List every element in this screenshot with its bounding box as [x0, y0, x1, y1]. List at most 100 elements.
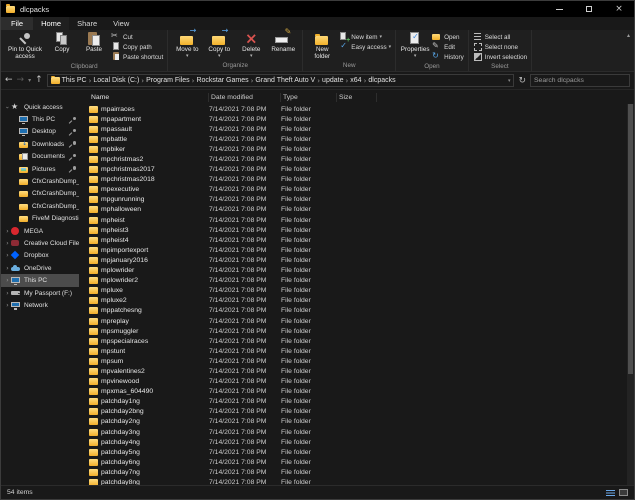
- tab-file[interactable]: File: [1, 17, 33, 30]
- forward-icon[interactable]: [17, 76, 25, 85]
- file-row-patchday3ng[interactable]: patchday3ng7/14/2021 7:08 PMFile folder: [89, 427, 634, 437]
- history-button[interactable]: History: [432, 52, 464, 62]
- breadcrumb-segment-x64[interactable]: x64: [349, 77, 362, 84]
- easy-access-button[interactable]: Easy access▾: [339, 42, 391, 52]
- breadcrumb-segment-program-files[interactable]: Program Files: [145, 77, 191, 84]
- column-header-type[interactable]: Type: [281, 93, 337, 102]
- pin-to-quick-access-button[interactable]: Pin to Quick access: [5, 31, 45, 61]
- sidebar-item-this-pc[interactable]: This PC: [1, 274, 79, 286]
- file-row-mpvinewood[interactable]: mpvinewood7/14/2021 7:08 PMFile folder: [89, 377, 634, 387]
- file-row-mpreplay[interactable]: mpreplay7/14/2021 7:08 PMFile folder: [89, 316, 634, 326]
- refresh-icon[interactable]: [518, 76, 526, 86]
- file-row-mpairraces[interactable]: mpairraces7/14/2021 7:08 PMFile folder: [89, 104, 634, 114]
- breadcrumb-segment-grand-theft-auto-v[interactable]: Grand Theft Auto V: [254, 77, 316, 84]
- collapse-ribbon-icon[interactable]: [627, 32, 630, 39]
- file-row-mpspecialraces[interactable]: mpspecialraces7/14/2021 7:08 PMFile fold…: [89, 336, 634, 346]
- file-row-mpjanuary2016[interactable]: mpjanuary20167/14/2021 7:08 PMFile folde…: [89, 255, 634, 265]
- paste-shortcut-button[interactable]: Paste shortcut: [111, 52, 163, 62]
- column-header-name[interactable]: Name: [89, 93, 209, 102]
- sidebar-item-creative-cloud-files[interactable]: Creative Cloud Files: [1, 237, 79, 249]
- sidebar-item-downloads[interactable]: Downloads: [1, 138, 79, 150]
- file-row-patchday1ng[interactable]: patchday1ng7/14/2021 7:08 PMFile folder: [89, 397, 634, 407]
- sidebar-item-pictures[interactable]: Pictures: [1, 163, 79, 175]
- file-row-mpxmas-604490[interactable]: mpxmas_6044907/14/2021 7:08 PMFile folde…: [89, 387, 634, 397]
- cut-button[interactable]: Cut: [111, 32, 163, 42]
- up-icon[interactable]: [35, 76, 43, 85]
- file-row-mpgunrunning[interactable]: mpgunrunning7/14/2021 7:08 PMFile folder: [89, 195, 634, 205]
- sidebar-item-cfxcrashdump-202[interactable]: CfxCrashDump_202: [1, 200, 79, 212]
- vertical-scrollbar[interactable]: [627, 104, 634, 485]
- thumbnails-view-icon[interactable]: [619, 489, 628, 496]
- file-row-mpexecutive[interactable]: mpexecutive7/14/2021 7:08 PMFile folder: [89, 185, 634, 195]
- paste-button[interactable]: Paste: [79, 31, 109, 54]
- new-folder-button[interactable]: New folder: [307, 31, 337, 61]
- file-row-mpapartment[interactable]: mpapartment7/14/2021 7:08 PMFile folder: [89, 114, 634, 124]
- breadcrumb-segment-rockstar-games[interactable]: Rockstar Games: [195, 77, 249, 84]
- back-icon[interactable]: [5, 76, 13, 85]
- file-row-mpbiker[interactable]: mpbiker7/14/2021 7:08 PMFile folder: [89, 144, 634, 154]
- file-row-mpbattle[interactable]: mpbattle7/14/2021 7:08 PMFile folder: [89, 134, 634, 144]
- close-button[interactable]: ×: [604, 1, 634, 17]
- tab-home[interactable]: Home: [33, 17, 69, 30]
- sidebar-item-quick-access[interactable]: Quick access: [1, 101, 79, 113]
- maximize-button[interactable]: [574, 1, 604, 17]
- file-row-mpsum[interactable]: mpsum7/14/2021 7:08 PMFile folder: [89, 356, 634, 366]
- file-row-mpheist4[interactable]: mpheist47/14/2021 7:08 PMFile folder: [89, 235, 634, 245]
- copy-path-button[interactable]: Copy path: [111, 42, 163, 52]
- file-row-mpchristmas2017[interactable]: mpchristmas20177/14/2021 7:08 PMFile fol…: [89, 165, 634, 175]
- file-row-patchday2ng[interactable]: patchday2ng7/14/2021 7:08 PMFile folder: [89, 417, 634, 427]
- sidebar-item-desktop[interactable]: Desktop: [1, 126, 79, 138]
- select-none-button[interactable]: Select none: [473, 42, 527, 52]
- chevron-icon[interactable]: [4, 228, 11, 235]
- address-dropdown-icon[interactable]: [508, 78, 511, 84]
- tab-view[interactable]: View: [105, 17, 137, 30]
- file-row-mpluxe[interactable]: mpluxe7/14/2021 7:08 PMFile folder: [89, 286, 634, 296]
- sidebar-item-network[interactable]: Network: [1, 299, 79, 311]
- rename-button[interactable]: Rename: [268, 31, 298, 54]
- file-row-patchday2bng[interactable]: patchday2bng7/14/2021 7:08 PMFile folder: [89, 407, 634, 417]
- breadcrumb-segment-dlcpacks[interactable]: dlcpacks: [367, 77, 396, 84]
- copy-to-button[interactable]: Copy to▾: [204, 31, 234, 59]
- delete-button[interactable]: Delete▾: [236, 31, 266, 59]
- titlebar[interactable]: dlcpacks ×: [1, 1, 634, 17]
- file-row-mpluxe2[interactable]: mpluxe27/14/2021 7:08 PMFile folder: [89, 296, 634, 306]
- file-row-patchday6ng[interactable]: patchday6ng7/14/2021 7:08 PMFile folder: [89, 457, 634, 467]
- recent-locations-icon[interactable]: [28, 76, 31, 85]
- file-row-mpstunt[interactable]: mpstunt7/14/2021 7:08 PMFile folder: [89, 346, 634, 356]
- file-row-mpchristmas2[interactable]: mpchristmas27/14/2021 7:08 PMFile folder: [89, 154, 634, 164]
- search-input[interactable]: [531, 77, 629, 84]
- sidebar-item-this-pc[interactable]: This PC: [1, 113, 79, 125]
- sidebar-item-documents[interactable]: Documents: [1, 151, 79, 163]
- chevron-icon[interactable]: [4, 302, 11, 309]
- file-row-mpvalentines2[interactable]: mpvalentines27/14/2021 7:08 PMFile folde…: [89, 366, 634, 376]
- sidebar-item-mega[interactable]: MEGA: [1, 225, 79, 237]
- breadcrumb-segment-this-pc[interactable]: This PC: [61, 77, 88, 84]
- sidebar-item-cfxcrashdump-202[interactable]: CfxCrashDump_202: [1, 175, 79, 187]
- file-row-mppatchesng[interactable]: mppatchesng7/14/2021 7:08 PMFile folder: [89, 306, 634, 316]
- sidebar-item-fivem-diagnostics[interactable]: FiveM Diagnostics: [1, 213, 79, 225]
- chevron-icon[interactable]: [4, 104, 11, 111]
- tab-share[interactable]: Share: [69, 17, 105, 30]
- invert-selection-button[interactable]: Invert selection: [473, 52, 527, 62]
- file-row-mpassault[interactable]: mpassault7/14/2021 7:08 PMFile folder: [89, 124, 634, 134]
- file-row-mpsmuggler[interactable]: mpsmuggler7/14/2021 7:08 PMFile folder: [89, 326, 634, 336]
- chevron-icon[interactable]: [4, 252, 11, 259]
- chevron-icon[interactable]: [4, 277, 11, 284]
- chevron-icon[interactable]: [4, 240, 11, 247]
- file-row-patchday8ng[interactable]: patchday8ng7/14/2021 7:08 PMFile folder: [89, 477, 634, 485]
- file-row-mpheist[interactable]: mpheist7/14/2021 7:08 PMFile folder: [89, 215, 634, 225]
- breadcrumb-segment-update[interactable]: update: [321, 77, 344, 84]
- properties-button[interactable]: Properties▾: [400, 31, 430, 59]
- sidebar-item-dropbox[interactable]: Dropbox: [1, 250, 79, 262]
- file-row-mpchristmas2018[interactable]: mpchristmas20187/14/2021 7:08 PMFile fol…: [89, 175, 634, 185]
- address-box[interactable]: This PCLocal Disk (C:)Program FilesRocks…: [47, 74, 515, 87]
- column-header-size[interactable]: Size: [337, 93, 377, 102]
- chevron-icon[interactable]: [4, 265, 11, 272]
- file-row-patchday5ng[interactable]: patchday5ng7/14/2021 7:08 PMFile folder: [89, 447, 634, 457]
- sidebar-item-cfxcrashdump-202[interactable]: CfxCrashDump_202: [1, 188, 79, 200]
- file-row-mphalloween[interactable]: mphalloween7/14/2021 7:08 PMFile folder: [89, 205, 634, 215]
- move-to-button[interactable]: Move to▾: [172, 31, 202, 59]
- file-row-mplowrider2[interactable]: mplowrider27/14/2021 7:08 PMFile folder: [89, 276, 634, 286]
- column-header-date-modified[interactable]: Date modified: [209, 93, 281, 102]
- new-item-button[interactable]: New item▾: [339, 32, 391, 42]
